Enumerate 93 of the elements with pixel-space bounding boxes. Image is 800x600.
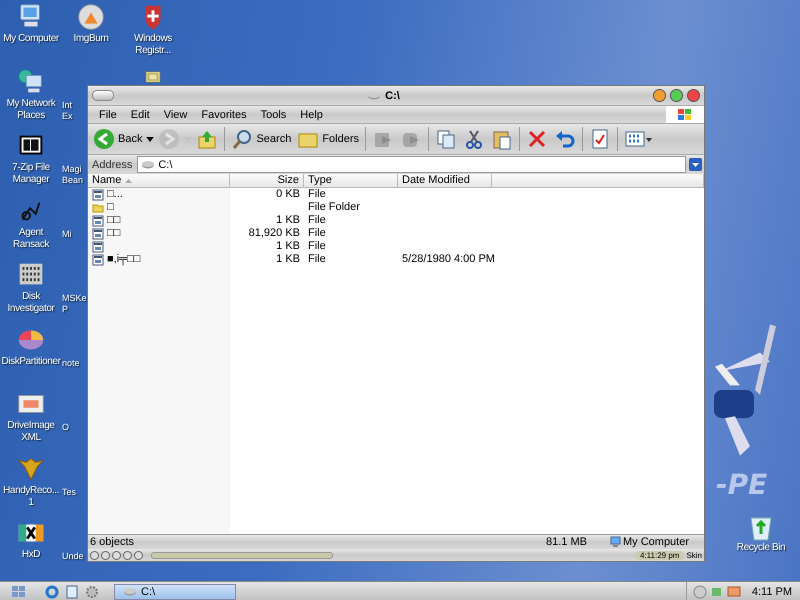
desktop-icon-label[interactable]: My Computer (3, 33, 59, 45)
media-track[interactable] (151, 552, 333, 558)
desktop-icon-label[interactable]: Int (62, 100, 72, 110)
menu-item[interactable]: Favorites (194, 108, 254, 120)
drive-icon (123, 587, 137, 596)
media-clock: 4:11:29 pm (635, 550, 684, 560)
address-field[interactable]: C:\ (137, 156, 686, 173)
desktop-icon-label[interactable]: Tes (62, 486, 76, 498)
desktop-icon-label[interactable]: MSKe (62, 293, 87, 304)
desktop-icon-label[interactable]: Recycle Bin (736, 542, 786, 554)
maximize-button[interactable] (670, 89, 683, 102)
back-button[interactable]: Back (90, 126, 146, 152)
minimize-button[interactable] (653, 89, 666, 102)
menu-item[interactable]: Tools (254, 108, 294, 120)
desktop-icon-label[interactable]: Unde (62, 551, 84, 562)
desktop-icon-label[interactable]: Magi (62, 164, 82, 175)
file-name[interactable]: □... (107, 188, 123, 201)
sort-arrow-icon (125, 178, 132, 182)
dropdown-button[interactable] (689, 158, 702, 171)
desktop-icon-label[interactable]: HandyReco... 1 (0, 484, 62, 508)
forward-icon (158, 128, 180, 150)
windows-logo-icon (677, 108, 693, 122)
column-header[interactable]: Type (304, 174, 398, 187)
desktop-icon-label[interactable]: Windows Registr... (122, 33, 184, 57)
menu-item[interactable]: File (92, 108, 124, 120)
file-size: 1 KB (276, 240, 300, 252)
address-label: Address (91, 158, 134, 170)
status-size: 81.1 MB (546, 536, 588, 548)
drive-icon (141, 160, 156, 169)
file-type: File Folder (308, 201, 360, 213)
desktop-icon-label[interactable]: Agent Ransack (0, 226, 62, 250)
file-icon (92, 188, 104, 200)
desktop-icon-label[interactable]: Mi (62, 228, 72, 240)
column-header[interactable]: Name (88, 174, 230, 187)
file-size: 1 KB (276, 214, 300, 226)
wallpaper-logo-text: -PE (716, 468, 768, 501)
file-name[interactable]: □ (107, 201, 114, 214)
computer-icon (610, 536, 621, 548)
window-title: C:\ (385, 90, 400, 102)
browser-icon[interactable] (44, 584, 60, 600)
caret-icon (692, 162, 699, 166)
file-icon (92, 228, 104, 240)
file-icon (92, 240, 104, 252)
file-date: 5/28/1980 4:00 PM (402, 253, 495, 265)
skin-link[interactable]: Skin (686, 550, 702, 560)
desktop-icon-label[interactable]: HxD (22, 549, 40, 561)
caret-icon (146, 136, 154, 142)
desktop-icon-label[interactable]: Disk Investigator (0, 291, 62, 315)
search-button[interactable]: Search (228, 126, 294, 152)
desktop-icon-label[interactable]: DiskPartitioner (1, 356, 61, 368)
file-type: File (308, 214, 326, 226)
close-button[interactable] (687, 89, 700, 102)
file-name[interactable]: □□ (107, 214, 120, 227)
column-header[interactable]: Date Modified (398, 174, 492, 187)
file-size: 1 KB (276, 253, 300, 265)
folder-icon (92, 202, 104, 214)
file-size: 0 KB (276, 188, 300, 200)
file-type: File (308, 188, 326, 200)
copy-icon (435, 128, 458, 150)
column-header[interactable]: Size (230, 174, 304, 187)
document-icon[interactable] (64, 584, 80, 600)
desktop-icon-label[interactable]: Ex (62, 110, 73, 122)
status-text: 6 objects (90, 536, 136, 548)
undo-icon (554, 128, 576, 150)
clock: 4:11 PM (752, 586, 792, 598)
file-type: File (308, 240, 326, 252)
desktop-icon-label[interactable]: P (62, 304, 68, 315)
file-name[interactable]: ■,i╤□□ (107, 253, 140, 266)
desktop-icon-label[interactable]: Bean (62, 175, 84, 186)
file-name[interactable]: □□ (107, 227, 120, 240)
menu-item[interactable]: View (156, 108, 194, 120)
folders-button[interactable]: Folders (294, 126, 362, 152)
file-icon (92, 214, 104, 226)
search-icon (231, 128, 254, 150)
desktop-icon-label[interactable]: My Network Places (0, 98, 62, 122)
disc-icon[interactable] (692, 584, 707, 598)
back-icon (93, 128, 115, 150)
toolbar-toggle-button[interactable] (92, 90, 114, 101)
desktop-icon-label[interactable]: DriveImage XML (0, 420, 62, 444)
file-type: File (308, 227, 326, 239)
gear-icon[interactable] (84, 584, 100, 600)
desktop-icon-label[interactable]: 7-Zip File Manager (0, 162, 62, 186)
desktop-icon-label[interactable]: O (62, 422, 70, 433)
desktop-icon-label[interactable]: note (62, 358, 80, 368)
taskbar-button[interactable]: C:\ (114, 584, 236, 600)
drive-icon (367, 91, 382, 100)
menu-item[interactable]: Help (293, 108, 330, 120)
file-size: 81,920 KB (248, 227, 300, 239)
menu-item[interactable]: Edit (124, 108, 157, 120)
file-icon (92, 254, 104, 266)
file-type: File (308, 253, 326, 265)
status-location: My Computer (623, 536, 690, 548)
desktop-icon-label[interactable]: ImgBurn (74, 33, 108, 45)
